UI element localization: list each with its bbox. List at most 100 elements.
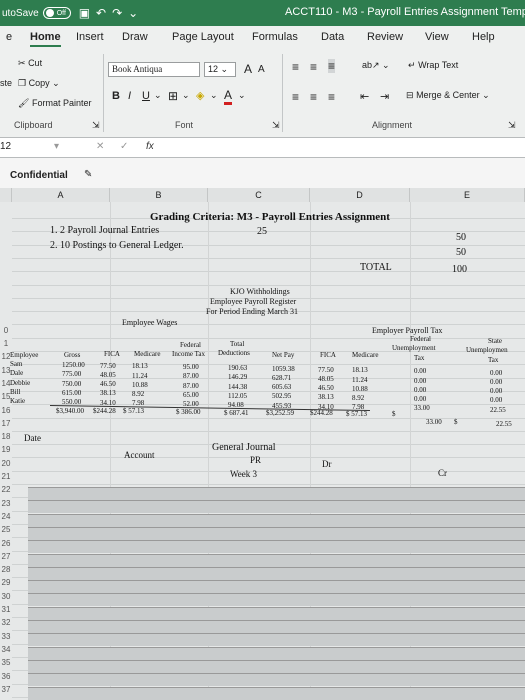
font-launcher-icon[interactable]: ⇲ — [272, 120, 280, 131]
edit-label-icon[interactable]: ✎ — [84, 169, 92, 180]
journal-row[interactable] — [28, 487, 525, 500]
journal-row[interactable] — [28, 513, 525, 527]
journal-row[interactable] — [28, 620, 525, 633]
font-color-button[interactable]: A — [224, 88, 233, 105]
row-header[interactable]: 19 — [0, 445, 12, 454]
copy-button[interactable]: ❐ Copy ⌄ — [18, 78, 60, 89]
row-header[interactable]: 36 — [0, 672, 12, 681]
journal-row[interactable] — [28, 686, 525, 700]
borders-icon[interactable]: ⊞ — [168, 89, 178, 103]
tab-draw[interactable]: Draw — [122, 31, 148, 43]
tab-page-layout[interactable]: Page Layout — [172, 31, 234, 43]
fill-dropdown-icon[interactable]: ⌄ — [210, 90, 218, 101]
row-header[interactable]: 35 — [0, 658, 12, 667]
quick-access-toolbar[interactable]: ▣↶↷⌄ — [79, 6, 145, 20]
shrink-font-button[interactable]: A — [258, 64, 265, 75]
row-header[interactable]: 37 — [0, 685, 12, 694]
tab-insert[interactable]: Insert — [76, 31, 104, 43]
journal-row[interactable] — [28, 606, 525, 620]
cut-button[interactable]: ✂ Cut — [18, 58, 42, 69]
row-header[interactable]: 34 — [0, 645, 12, 654]
grow-font-button[interactable]: A — [244, 62, 252, 76]
autosave-toggle[interactable]: Off — [42, 7, 71, 19]
paste-button[interactable]: ste — [0, 78, 12, 88]
fill-color-icon[interactable]: ◈ — [196, 89, 204, 102]
row-header[interactable]: 33 — [0, 632, 12, 641]
row-header[interactable]: 28 — [0, 565, 12, 574]
journal-row[interactable] — [28, 580, 525, 594]
row-header[interactable]: 22 — [0, 485, 12, 494]
row-header[interactable]: 25 — [0, 525, 12, 534]
align-center-icon[interactable]: ≡ — [310, 90, 317, 104]
namebox-dropdown-icon[interactable]: ▾ — [54, 141, 59, 152]
sensitivity-label[interactable]: Confidential — [10, 170, 68, 181]
font-color-dropdown-icon[interactable]: ⌄ — [238, 90, 246, 101]
column-header-e[interactable]: E — [410, 188, 525, 202]
journal-row[interactable] — [28, 673, 525, 687]
align-left-icon[interactable]: ≡ — [292, 90, 299, 104]
borders-dropdown-icon[interactable]: ⌄ — [182, 90, 190, 101]
font-family-select[interactable]: Book Antiqua — [108, 62, 200, 77]
clipboard-launcher-icon[interactable]: ⇲ — [92, 120, 100, 131]
row-header[interactable]: 26 — [0, 539, 12, 548]
underline-dropdown-icon[interactable]: ⌄ — [154, 90, 162, 101]
journal-row[interactable] — [28, 593, 525, 607]
row-header[interactable]: 30 — [0, 592, 12, 601]
column-header-d[interactable]: D — [310, 188, 410, 202]
tab-data[interactable]: Data — [321, 31, 344, 43]
align-right-icon[interactable]: ≡ — [328, 90, 335, 104]
underline-button[interactable]: U — [142, 90, 150, 102]
tab-help[interactable]: Help — [472, 31, 495, 43]
orientation-icon[interactable]: ab↗ ⌄ — [362, 60, 390, 71]
row-header[interactable]: 24 — [0, 512, 12, 521]
journal-row[interactable] — [28, 553, 525, 567]
decrease-indent-icon[interactable]: ⇤ — [360, 90, 369, 103]
journal-row[interactable] — [28, 500, 525, 514]
journal-row[interactable] — [28, 526, 525, 540]
name-box[interactable]: 12 — [0, 141, 11, 152]
format-painter-button[interactable]: 🖌 Format Painter — [18, 98, 91, 109]
row-header[interactable]: 32 — [0, 618, 12, 627]
journal-row[interactable] — [28, 633, 525, 647]
row-header[interactable]: 21 — [0, 472, 12, 481]
alignment-launcher-icon[interactable]: ⇲ — [508, 120, 516, 131]
cancel-icon[interactable]: ✕ — [96, 141, 104, 152]
redo-icon[interactable]: ↷ — [112, 6, 128, 20]
undo-icon[interactable]: ↶ — [96, 6, 112, 20]
align-top-icon[interactable]: ≡ — [292, 60, 299, 74]
increase-indent-icon[interactable]: ⇥ — [380, 90, 389, 103]
row-header[interactable]: 0 — [0, 326, 12, 335]
merge-center-button[interactable]: ⊟ Merge & Center ⌄ — [406, 90, 490, 101]
row-header[interactable]: 27 — [0, 552, 12, 561]
wrap-text-button[interactable]: ↵ Wrap Text — [408, 60, 458, 71]
tab-review[interactable]: Review — [367, 31, 403, 43]
journal-row[interactable] — [28, 540, 525, 554]
italic-button[interactable]: I — [128, 90, 131, 102]
row-header[interactable]: 20 — [0, 459, 12, 468]
journal-row[interactable] — [28, 659, 525, 673]
row-header[interactable]: 18 — [0, 432, 12, 441]
worksheet-grid[interactable]: A B C D E 0 1 12 13 14 15 16 17 18 19 20 21 22 23 24 25… — [0, 188, 525, 700]
insert-function-icon[interactable]: fx — [146, 141, 154, 152]
save-icon[interactable]: ▣ — [79, 6, 96, 20]
row-header[interactable]: 17 — [0, 419, 12, 428]
row-header[interactable]: 29 — [0, 578, 12, 587]
select-all-corner[interactable] — [0, 188, 12, 202]
tab-formulas[interactable]: Formulas — [252, 31, 298, 43]
journal-row[interactable] — [28, 566, 525, 580]
tab-file[interactable]: e — [6, 31, 12, 43]
tab-home[interactable]: Home — [30, 31, 61, 47]
tab-view[interactable]: View — [425, 31, 449, 43]
column-header-b[interactable]: B — [110, 188, 208, 202]
font-size-select[interactable]: 12 ⌄ — [204, 62, 236, 77]
customize-icon[interactable]: ⌄ — [128, 6, 144, 20]
align-bottom-icon[interactable]: ≡ — [328, 59, 336, 73]
bold-button[interactable]: B — [112, 90, 120, 102]
enter-icon[interactable]: ✓ — [120, 141, 128, 152]
row-header[interactable]: 1 — [0, 339, 12, 348]
column-header-a[interactable]: A — [12, 188, 110, 202]
row-header[interactable]: 16 — [0, 406, 12, 415]
journal-row[interactable] — [28, 646, 525, 660]
column-header-c[interactable]: C — [208, 188, 310, 202]
align-middle-icon[interactable]: ≡ — [310, 60, 317, 74]
